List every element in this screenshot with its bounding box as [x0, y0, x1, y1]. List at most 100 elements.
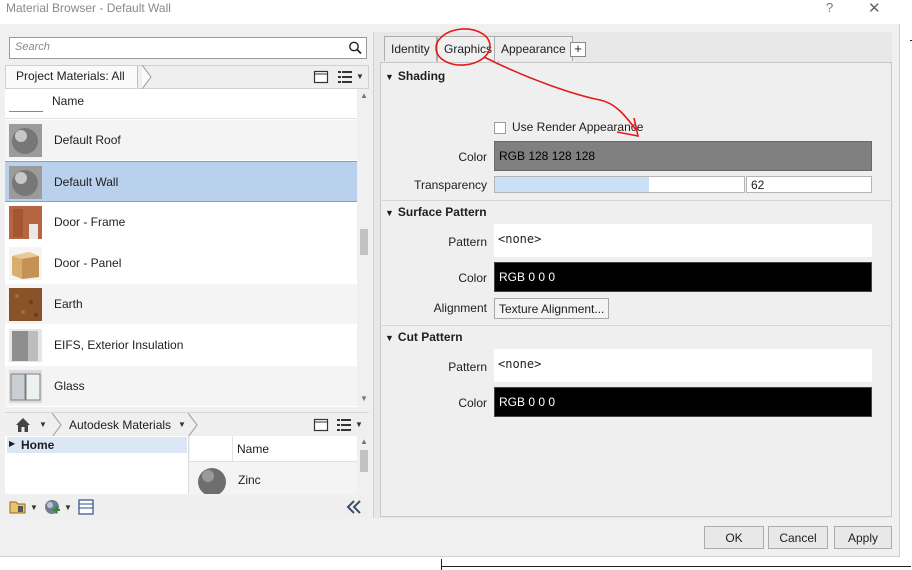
- scrollbar-thumb[interactable]: [360, 450, 368, 472]
- scroll-up-icon[interactable]: ▲: [360, 437, 368, 446]
- close-button[interactable]: ✕: [868, 0, 884, 17]
- panel-view-icon[interactable]: [313, 69, 329, 85]
- use-render-appearance-checkbox[interactable]: [494, 122, 506, 134]
- view-options-caret-icon[interactable]: ▼: [356, 72, 364, 81]
- surface-pattern-field[interactable]: <none>: [494, 224, 872, 257]
- background-edge-line: [441, 566, 911, 567]
- eifs-thumbnail: [9, 329, 42, 362]
- scrollbar-thumb[interactable]: [360, 229, 368, 255]
- tab-appearance[interactable]: Appearance: [494, 36, 573, 61]
- surface-pattern-label: Pattern: [448, 235, 487, 249]
- gray-sphere-thumbnail: [9, 166, 42, 199]
- material-name: Earth: [54, 297, 83, 311]
- cut-color-label: Color: [458, 396, 487, 410]
- cut-color-swatch[interactable]: RGB 0 0 0: [494, 387, 872, 417]
- window-title: Material Browser - Default Wall: [6, 1, 171, 15]
- transparency-value-field[interactable]: 62: [746, 176, 872, 193]
- surface-color-value: RGB 0 0 0: [499, 270, 556, 284]
- tree-item-home[interactable]: ▶ Home: [7, 437, 187, 453]
- shading-color-label: Color: [458, 150, 487, 164]
- transparency-slider-fill: [495, 177, 649, 192]
- graphics-tab-content: ▼ Shading Use Render Appearance Color RGB…: [380, 62, 892, 517]
- material-row-default-roof[interactable]: Default Roof: [5, 120, 357, 161]
- materials-list-scrollbar[interactable]: ▲ ▼: [358, 89, 370, 407]
- library-dropdown-caret-icon[interactable]: ▼: [178, 420, 186, 429]
- collapse-triangle-icon[interactable]: ▼: [385, 333, 394, 343]
- surface-color-swatch[interactable]: RGB 0 0 0: [494, 262, 872, 292]
- transparency-slider[interactable]: [494, 176, 745, 193]
- tree-item-label: Home: [21, 438, 55, 452]
- help-button[interactable]: ?: [826, 0, 840, 15]
- cut-pattern-label: Pattern: [448, 360, 487, 374]
- scroll-up-icon[interactable]: ▲: [360, 91, 368, 100]
- section-divider: [382, 325, 890, 326]
- add-material-icon[interactable]: [43, 498, 61, 516]
- name-column-header[interactable]: Name: [237, 442, 269, 456]
- breadcrumb-chevron-icon: [187, 413, 198, 437]
- folder-icon[interactable]: [9, 498, 27, 516]
- material-row-default-wall[interactable]: Default Wall: [5, 161, 357, 202]
- add-asset-button[interactable]: +: [570, 42, 586, 57]
- library-header: ▼ Autodesk Materials ▼ ▼: [5, 412, 369, 437]
- search-input[interactable]: Search: [9, 37, 367, 59]
- surface-pattern-section-header[interactable]: ▼ Surface Pattern: [385, 205, 487, 219]
- project-materials-list: Name Default Roof Default Wall Door - Fr…: [5, 89, 357, 407]
- material-row-glass[interactable]: Glass: [5, 366, 357, 407]
- earth-thumbnail: [9, 288, 42, 321]
- home-dropdown-caret-icon[interactable]: ▼: [39, 420, 47, 429]
- add-material-caret-icon[interactable]: ▼: [64, 503, 72, 512]
- wood-cube-thumbnail: [9, 247, 42, 280]
- project-materials-breadcrumb[interactable]: Project Materials: All: [6, 66, 138, 88]
- name-column-header[interactable]: Name: [52, 94, 84, 108]
- material-row-door-panel[interactable]: Door - Panel: [5, 243, 357, 284]
- transparency-label: Transparency: [414, 178, 487, 192]
- surface-color-label: Color: [458, 271, 487, 285]
- material-name: Door - Frame: [54, 215, 126, 229]
- apply-button[interactable]: Apply: [834, 526, 892, 549]
- bottom-toolbar: ▼ ▼: [5, 496, 369, 518]
- column-divider: [232, 436, 233, 462]
- library-row-zinc[interactable]: Zinc: [190, 462, 357, 494]
- texture-alignment-button[interactable]: Texture Alignment...: [494, 298, 610, 319]
- material-name: Door - Panel: [54, 256, 122, 270]
- material-row-eifs-exterior-insulation[interactable]: EIFS, Exterior Insulation: [5, 325, 357, 366]
- material-name: Glass: [54, 379, 85, 393]
- material-row-earth[interactable]: Earth: [5, 284, 357, 325]
- library-grid-scrollbar[interactable]: ▲: [358, 436, 370, 494]
- material-row-door-frame[interactable]: Door - Frame: [5, 202, 357, 243]
- material-browser-window: Material Browser - Default Wall ? ✕ Sear…: [0, 0, 900, 557]
- list-header: Name: [5, 89, 357, 119]
- editor-toggle-icon[interactable]: [77, 498, 95, 516]
- shading-color-swatch[interactable]: RGB 128 128 128: [494, 141, 872, 171]
- collapse-double-left-icon[interactable]: [345, 498, 363, 516]
- home-icon[interactable]: [15, 417, 31, 433]
- cut-pattern-section-header[interactable]: ▼ Cut Pattern: [385, 330, 463, 344]
- material-name: Zinc: [238, 473, 261, 487]
- ok-button[interactable]: OK: [704, 526, 764, 549]
- panel-view-icon[interactable]: [313, 417, 329, 433]
- list-view-icon[interactable]: [336, 417, 352, 433]
- tab-graphics[interactable]: Graphics: [437, 36, 500, 62]
- search-icon[interactable]: [347, 40, 363, 56]
- metal-sphere-thumbnail: [198, 468, 226, 494]
- library-breadcrumb[interactable]: Autodesk Materials: [69, 418, 171, 432]
- collapse-triangle-icon[interactable]: ▼: [385, 72, 394, 82]
- view-options-caret-icon[interactable]: ▼: [355, 420, 363, 429]
- folder-dropdown-caret-icon[interactable]: ▼: [30, 503, 38, 512]
- background-edge-line: [441, 559, 442, 570]
- tab-identity[interactable]: Identity: [384, 36, 437, 61]
- collapse-triangle-icon[interactable]: ▼: [385, 208, 394, 218]
- wood-frame-thumbnail: [9, 206, 42, 239]
- shading-section-header[interactable]: ▼ Shading: [385, 69, 445, 83]
- material-name: Default Roof: [54, 133, 121, 147]
- cut-color-value: RGB 0 0 0: [499, 395, 556, 409]
- search-placeholder: Search: [15, 41, 50, 53]
- scroll-down-icon[interactable]: ▼: [360, 394, 368, 403]
- expand-arrow-icon[interactable]: ▶: [9, 439, 15, 448]
- cancel-button[interactable]: Cancel: [768, 526, 828, 549]
- alignment-label: Alignment: [433, 301, 487, 315]
- material-name: EIFS, Exterior Insulation: [54, 338, 184, 352]
- cut-pattern-field[interactable]: <none>: [494, 349, 872, 382]
- list-view-icon[interactable]: [337, 69, 353, 85]
- project-materials-header: Project Materials: All ▼: [5, 65, 369, 89]
